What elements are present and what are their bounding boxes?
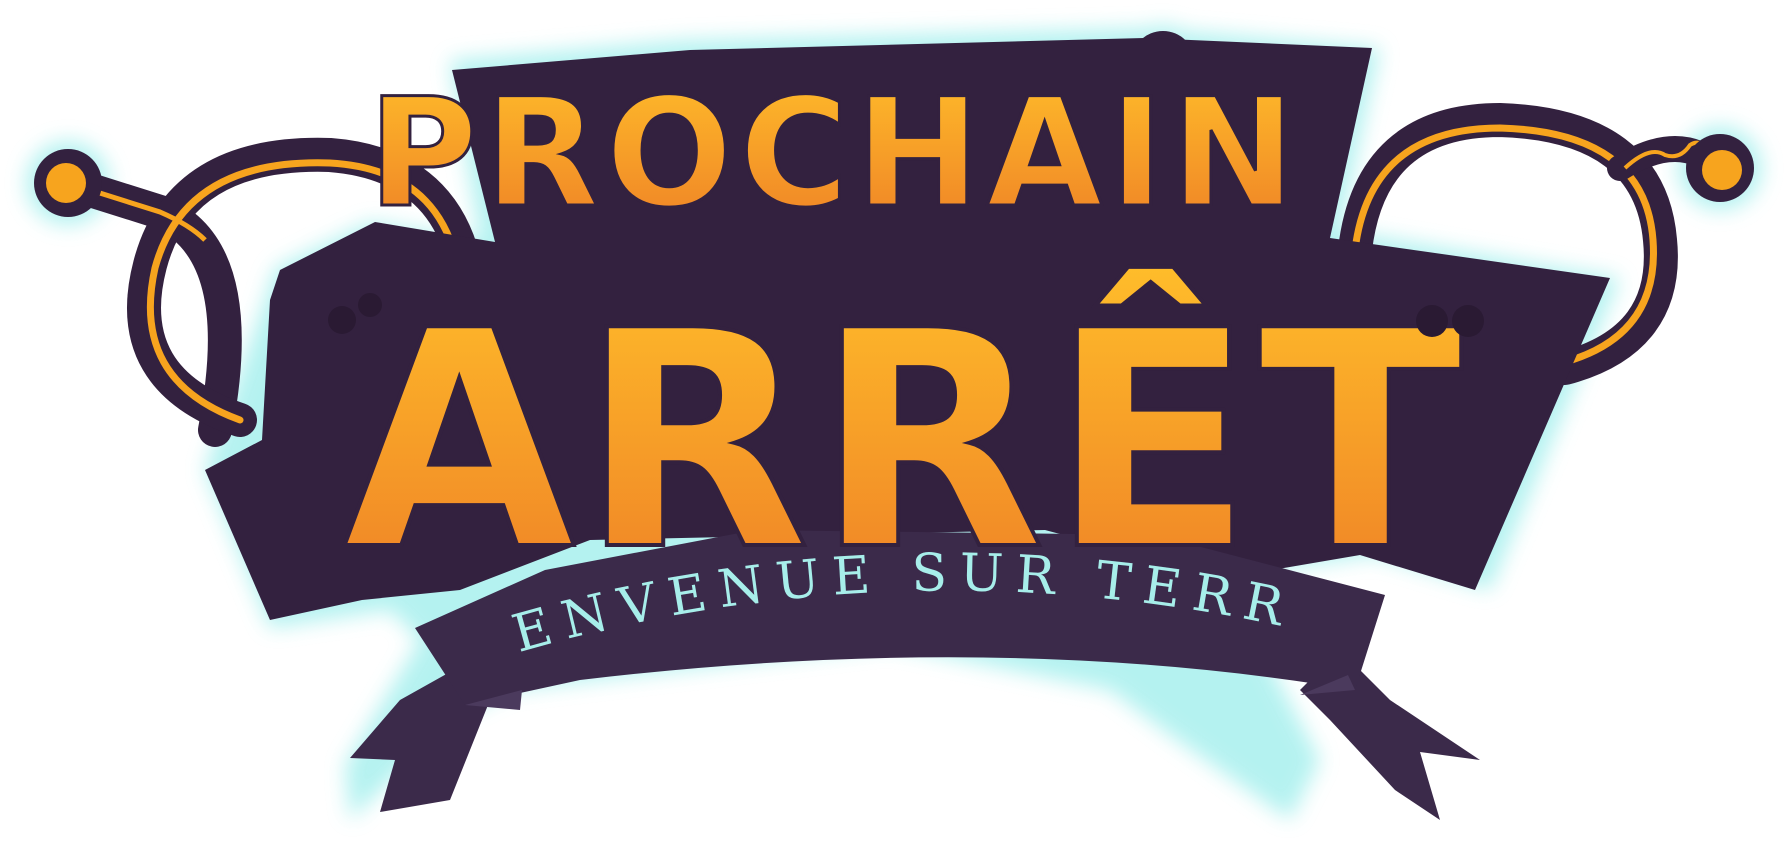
logo-line1: PROCHAIN: [368, 67, 1302, 241]
game-logo: PROCHAIN ARRÊT BIENVENUE SUR TERRE!: [0, 0, 1762, 820]
